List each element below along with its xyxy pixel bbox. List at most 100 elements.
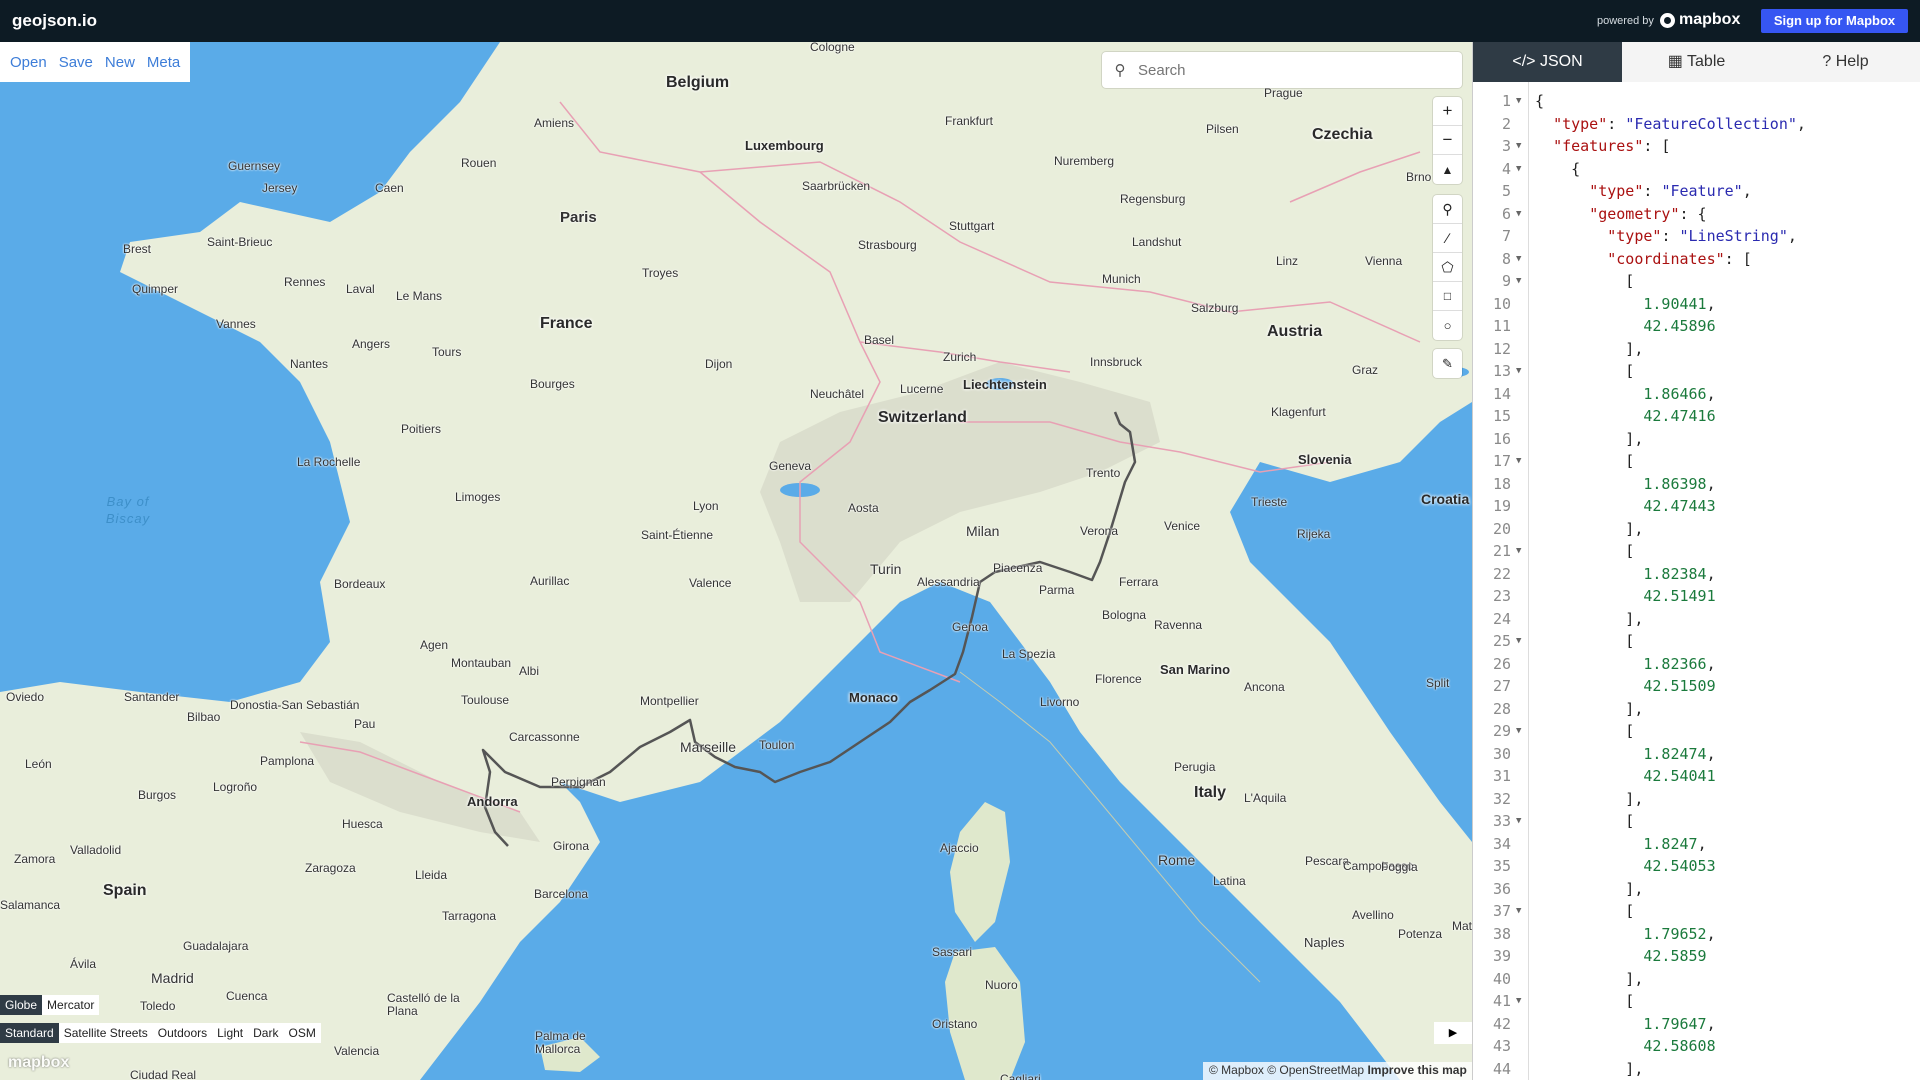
tab-help[interactable]: ? Help xyxy=(1771,42,1920,82)
zoom-in-icon[interactable]: + xyxy=(1433,97,1462,126)
code-text: 1.90441, xyxy=(1643,294,1716,313)
fold-arrow-icon[interactable]: ▼ xyxy=(1516,90,1521,112)
menu-save[interactable]: Save xyxy=(53,54,99,71)
line-number: 7 xyxy=(1501,227,1511,245)
label-city: Saint-Brieuc xyxy=(207,235,273,249)
code-text: 1.82384, xyxy=(1643,564,1716,583)
line-number: 1 xyxy=(1501,92,1511,110)
fold-arrow-icon[interactable]: ▼ xyxy=(1516,270,1521,292)
label-city: Linz xyxy=(1276,254,1299,268)
attribution-osm[interactable]: © OpenStreetMap xyxy=(1267,1063,1364,1077)
label-city: Graz xyxy=(1352,363,1379,377)
line-number: 23 xyxy=(1492,587,1511,605)
code-text: ], xyxy=(1535,429,1644,448)
label-city: Tarragona xyxy=(442,909,497,923)
mapbox-watermark[interactable]: mapbox xyxy=(8,1054,69,1072)
menu-open[interactable]: Open xyxy=(4,54,53,71)
label-city: Salzburg xyxy=(1191,301,1239,315)
fold-arrow-icon[interactable]: ▼ xyxy=(1516,135,1521,157)
fold-arrow-icon[interactable]: ▼ xyxy=(1516,540,1521,562)
fold-arrow-icon[interactable]: ▼ xyxy=(1516,900,1521,922)
label-slovenia: Slovenia xyxy=(1298,452,1352,467)
app-logo[interactable]: geojson.io xyxy=(12,11,97,31)
mapbox-logo[interactable]: mapbox xyxy=(1660,11,1740,29)
zoom-out-icon[interactable]: − xyxy=(1433,126,1462,155)
code-text: 1.79647, xyxy=(1643,1014,1716,1033)
code-icon: </> xyxy=(1512,53,1536,70)
projection-mercator[interactable]: Mercator xyxy=(42,995,99,1015)
search-input[interactable] xyxy=(1138,61,1438,79)
label-city: Dijon xyxy=(705,357,733,371)
label-city: Agen xyxy=(420,638,449,652)
projection-globe[interactable]: Globe xyxy=(0,995,43,1015)
edit-icon[interactable]: ✎ xyxy=(1433,349,1462,378)
label-city: Toulon xyxy=(759,738,795,752)
circle-icon[interactable]: ○ xyxy=(1433,311,1462,340)
menu-new[interactable]: New xyxy=(99,54,141,71)
code-text: ], xyxy=(1535,1059,1644,1078)
code-text: ], xyxy=(1535,789,1644,808)
label-austria: Austria xyxy=(1267,323,1323,340)
label-city: Genoa xyxy=(952,620,989,634)
line-number: 2 xyxy=(1501,114,1511,133)
marker-icon[interactable]: ⚲ xyxy=(1433,195,1462,224)
line-number: 29 xyxy=(1492,722,1511,740)
line-number: 10 xyxy=(1492,294,1511,313)
label-city: Montauban xyxy=(451,656,512,670)
code-text: 42.47443 xyxy=(1643,497,1716,515)
fold-arrow-icon[interactable]: ▼ xyxy=(1516,630,1521,652)
style-satellite-streets[interactable]: Satellite Streets xyxy=(59,1023,153,1043)
fold-arrow-icon[interactable]: ▼ xyxy=(1516,248,1521,270)
line-number: 42 xyxy=(1492,1014,1511,1033)
polygon-icon[interactable]: ⬠ xyxy=(1433,253,1462,282)
tab-table[interactable]: ▦ Table xyxy=(1622,42,1771,82)
tab-json[interactable]: </> JSON xyxy=(1473,42,1622,82)
fold-arrow-icon[interactable]: ▼ xyxy=(1516,360,1521,382)
label-city: Guernsey xyxy=(228,159,281,173)
compass-icon[interactable]: ▲ xyxy=(1433,155,1462,184)
label-city: Saint-Étienne xyxy=(641,528,714,542)
style-switcher: Standard Satellite Streets Outdoors Ligh… xyxy=(0,1023,321,1043)
label-city: Foggia xyxy=(1381,860,1418,874)
signup-button[interactable]: Sign up for Mapbox xyxy=(1761,9,1908,33)
menu-meta[interactable]: Meta xyxy=(141,54,186,71)
line-icon[interactable]: ∕ xyxy=(1433,224,1462,253)
label-croatia: Croatia xyxy=(1421,491,1470,507)
map-canvas[interactable]: Belgium France Switzerland Austria Czech… xyxy=(0,42,1472,1080)
improve-map-link[interactable]: Improve this map xyxy=(1367,1063,1466,1077)
code-text: "type": "Feature", xyxy=(1589,182,1752,200)
line-number: 38 xyxy=(1492,924,1511,943)
code-text: "features": [ xyxy=(1553,137,1671,155)
label-city: Paris xyxy=(560,209,597,226)
json-editor[interactable]: 1 ▼ {2 "type": "FeatureCollection", 3 ▼ "fea… xyxy=(1473,82,1920,1080)
label-city: Trieste xyxy=(1251,495,1288,509)
style-dark[interactable]: Dark xyxy=(248,1023,283,1043)
line-number: 6 xyxy=(1501,204,1511,223)
label-bay-of-biscay: Bay of Biscay xyxy=(105,494,151,526)
line-number: 25 xyxy=(1492,632,1511,650)
style-light[interactable]: Light xyxy=(212,1023,248,1043)
fold-arrow-icon[interactable]: ▼ xyxy=(1516,450,1521,472)
label-city: Perugia xyxy=(1174,760,1216,774)
label-belgium: Belgium xyxy=(666,74,730,91)
line-number: 9 xyxy=(1501,272,1511,290)
fold-arrow-icon[interactable]: ▼ xyxy=(1516,158,1521,180)
style-standard[interactable]: Standard xyxy=(0,1023,59,1043)
fold-arrow-icon[interactable]: ▼ xyxy=(1516,810,1521,832)
label-city: Florence xyxy=(1095,672,1142,686)
fold-arrow-icon[interactable]: ▼ xyxy=(1516,990,1521,1012)
fold-arrow-icon[interactable]: ▼ xyxy=(1516,720,1521,742)
label-city: Stuttgart xyxy=(949,219,995,233)
attribution-mapbox[interactable]: © Mapbox xyxy=(1209,1063,1264,1077)
label-city: Nantes xyxy=(290,357,329,371)
label-city: Latina xyxy=(1213,874,1246,888)
fold-arrow-icon[interactable]: ▼ xyxy=(1516,203,1521,225)
code-text: [ xyxy=(1535,452,1635,470)
code-text: [ xyxy=(1535,362,1635,380)
label-city: Rennes xyxy=(284,275,326,289)
rectangle-icon[interactable]: □ xyxy=(1433,282,1462,311)
label-city: Carcassonne xyxy=(509,730,580,744)
style-outdoors[interactable]: Outdoors xyxy=(153,1023,212,1043)
style-osm[interactable]: OSM xyxy=(283,1023,320,1043)
collapse-panel-button[interactable]: ▶ xyxy=(1434,1022,1472,1044)
